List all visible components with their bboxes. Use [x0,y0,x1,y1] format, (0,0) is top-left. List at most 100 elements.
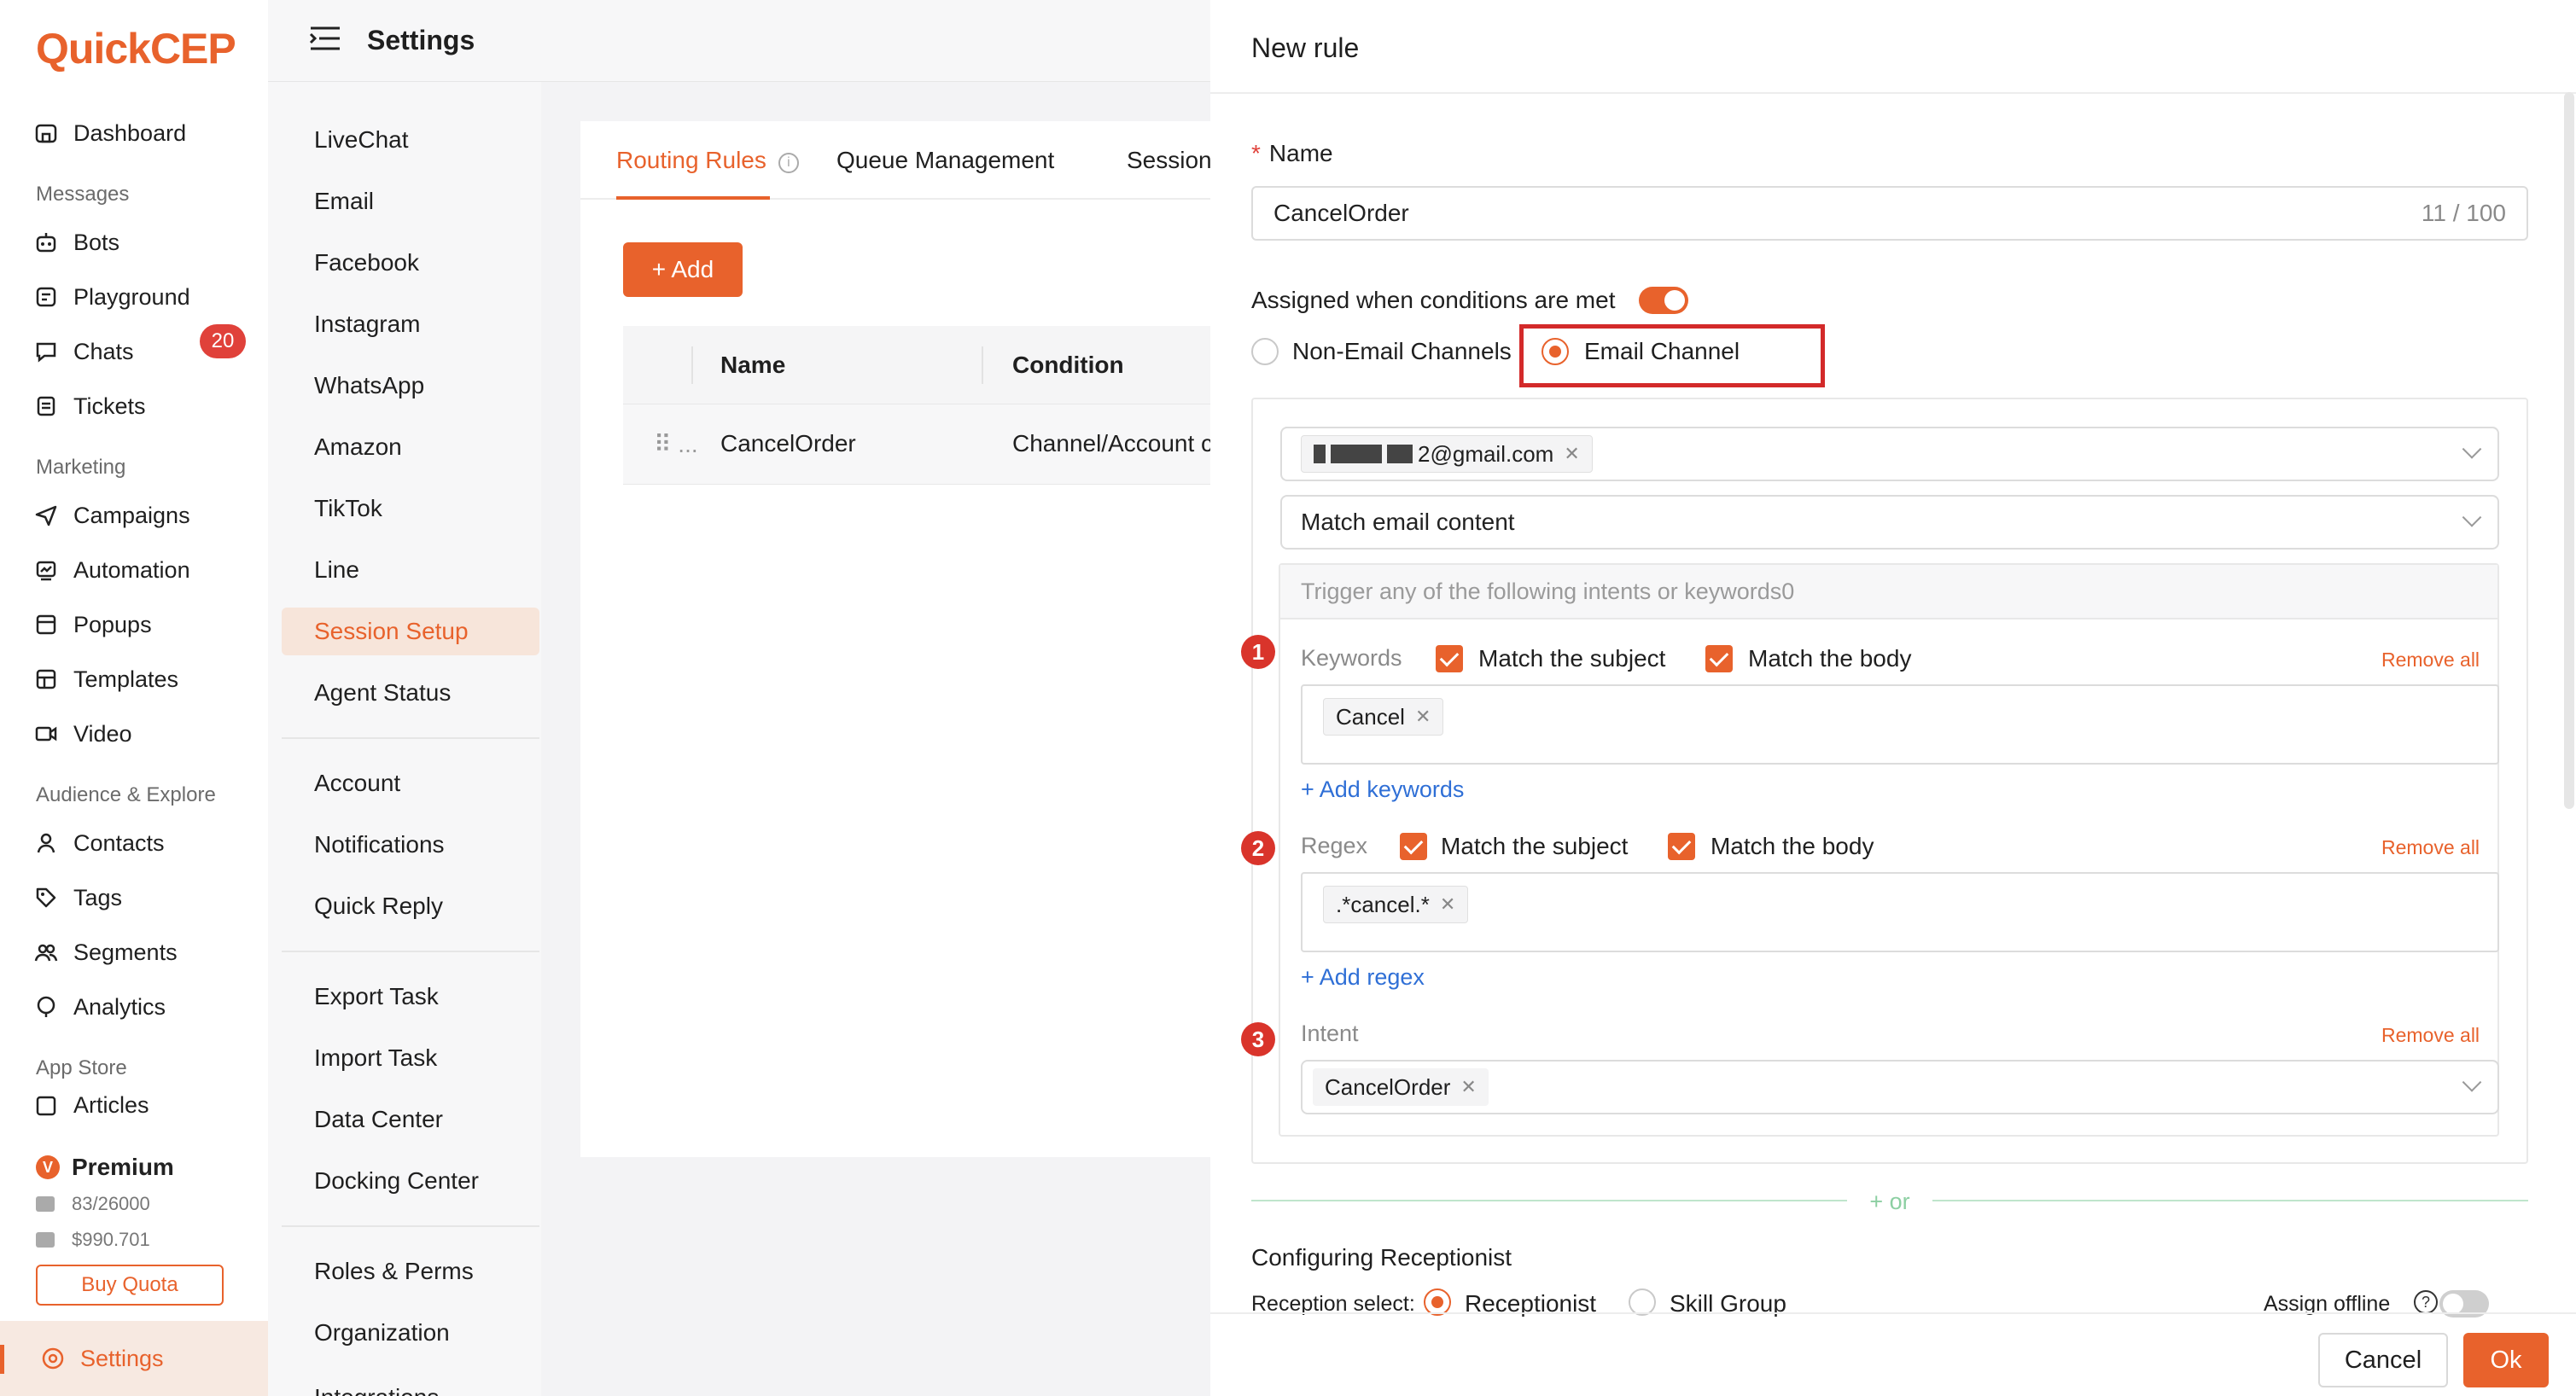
tab-routing-rules[interactable]: Routing Rules i [616,147,799,174]
chats-unread-badge: 20 [200,324,246,358]
cancel-button[interactable]: Cancel [2318,1333,2448,1387]
drawer-scrollbar[interactable] [2564,92,2574,809]
add-rule-button[interactable]: + Add [623,242,743,297]
submenu-whatsapp[interactable]: WhatsApp [282,362,539,410]
article-icon [32,1092,60,1116]
submenu-amazon[interactable]: Amazon [282,423,539,471]
submenu-livechat[interactable]: LiveChat [282,116,539,164]
intent-tag: CancelOrder ✕ [1313,1068,1489,1106]
submenu-integrations[interactable]: Integrations [282,1370,539,1396]
quota-count: 83/26000 [72,1193,150,1214]
assigned-toggle[interactable] [1639,287,1688,314]
nav-dashboard[interactable]: Dashboard [32,109,186,157]
submenu-import-task[interactable]: Import Task [282,1034,539,1082]
nav-popups[interactable]: Popups [32,601,152,649]
bot-icon [32,229,60,256]
nav-playground[interactable]: Playground [32,273,190,321]
nav-chats[interactable]: Chats [32,328,134,375]
keyword-tag: Cancel ✕ [1323,698,1444,736]
question-icon[interactable]: ? [2414,1290,2438,1314]
submenu-quick-reply[interactable]: Quick Reply [282,882,539,930]
menu-collapse-icon[interactable] [309,25,341,56]
submenu-line[interactable]: Line [282,546,539,594]
submenu-docking-center[interactable]: Docking Center [282,1157,539,1205]
submenu-divider [282,737,539,739]
drag-handle-icon[interactable]: ⠿ ... [654,430,698,458]
regex-subject-checkbox[interactable] [1400,833,1427,860]
regex-tag: .*cancel.* ✕ [1323,886,1469,923]
nav-bots[interactable]: Bots [32,218,119,266]
quota-messages: 83/26000 [36,1193,150,1215]
routing-rules-panel: Routing Rules i Queue Management Session … [580,121,1212,1157]
column-name[interactable]: Name [720,352,785,379]
regex-subject-label[interactable]: Match the subject [1441,833,1628,860]
intent-remove-all[interactable]: Remove all [2381,1024,2480,1047]
rule-name-input[interactable]: CancelOrder 11 / 100 [1251,186,2528,241]
keywords-subject-label[interactable]: Match the subject [1478,645,1665,672]
match-content-select[interactable]: Match email content [1280,495,2499,550]
nav-articles[interactable]: Articles [32,1092,149,1116]
nav-tickets[interactable]: Tickets [32,382,146,430]
submenu-facebook[interactable]: Facebook [282,239,539,287]
table-row[interactable]: ⠿ ... CancelOrder Channel/Account c [623,404,1210,485]
nav-segments[interactable]: Segments [32,928,178,976]
nav-analytics[interactable]: Analytics [32,983,166,1031]
submenu-tiktok[interactable]: TikTok [282,485,539,532]
nav-settings[interactable]: Settings [0,1321,268,1396]
keywords-tag-area[interactable]: Cancel ✕ [1301,684,2499,765]
rule-name-cell: CancelOrder [720,430,856,457]
quota-balance: $990.701 [36,1229,150,1251]
nav-campaigns-label: Campaigns [73,502,190,528]
close-icon[interactable]: ✕ [1415,706,1431,728]
submenu-roles-perms[interactable]: Roles & Perms [282,1248,539,1295]
nav-contacts[interactable]: Contacts [32,819,165,867]
regex-body-label[interactable]: Match the body [1711,833,1874,860]
close-icon[interactable]: ✕ [1440,893,1455,916]
keywords-remove-all[interactable]: Remove all [2381,649,2480,672]
ok-button[interactable]: Ok [2463,1333,2549,1387]
email-account-select[interactable]: 2@gmail.com ✕ [1280,427,2499,481]
buy-quota-button[interactable]: Buy Quota [36,1265,224,1306]
account-tag: 2@gmail.com ✕ [1301,435,1593,473]
person-icon [32,829,60,857]
add-regex-link[interactable]: + Add regex [1301,964,1425,991]
keywords-subject-checkbox[interactable] [1436,645,1463,672]
submenu-email[interactable]: Email [282,177,539,225]
keywords-body-checkbox[interactable] [1705,645,1733,672]
add-keywords-link[interactable]: + Add keywords [1301,777,1464,803]
quickcep-logo[interactable]: QuickCEP [36,24,236,73]
nav-templates[interactable]: Templates [32,655,178,703]
submenu-agent-status[interactable]: Agent Status [282,669,539,717]
submenu-notifications[interactable]: Notifications [282,821,539,869]
video-icon [32,720,60,747]
nav-video-label: Video [73,720,132,747]
submenu-account[interactable]: Account [282,759,539,807]
nav-video[interactable]: Video [32,710,132,758]
submenu-export-task[interactable]: Export Task [282,973,539,1021]
regex-remove-all[interactable]: Remove all [2381,836,2480,859]
non-email-label[interactable]: Non-Email Channels [1292,338,1512,365]
submenu-organization[interactable]: Organization [282,1309,539,1357]
submenu-instagram[interactable]: Instagram [282,300,539,348]
nav-campaigns[interactable]: Campaigns [32,492,190,539]
regex-tag-area[interactable]: .*cancel.* ✕ [1301,872,2499,952]
nav-tags[interactable]: Tags [32,874,122,922]
nav-chats-label: Chats [73,338,134,364]
column-condition[interactable]: Condition [1012,352,1124,379]
close-icon[interactable]: ✕ [1460,1076,1476,1098]
tab-queue-management[interactable]: Queue Management [836,147,1054,174]
intent-select[interactable]: CancelOrder ✕ [1301,1060,2499,1114]
info-icon[interactable]: i [778,153,799,173]
gear-icon [39,1345,67,1372]
non-email-radio[interactable] [1251,338,1279,365]
keywords-body-label[interactable]: Match the body [1748,645,1911,672]
chevron-down-icon [2462,508,2482,527]
tab-session[interactable]: Session [1127,147,1212,174]
nav-automation[interactable]: Automation [32,546,190,594]
submenu-data-center[interactable]: Data Center [282,1096,539,1143]
regex-body-checkbox[interactable] [1668,833,1695,860]
char-counter: 11 / 100 [2421,200,2506,226]
close-icon[interactable]: ✕ [1564,443,1579,465]
submenu-session-setup[interactable]: Session Setup [282,608,539,655]
add-or-button[interactable]: + or [1847,1183,1932,1220]
